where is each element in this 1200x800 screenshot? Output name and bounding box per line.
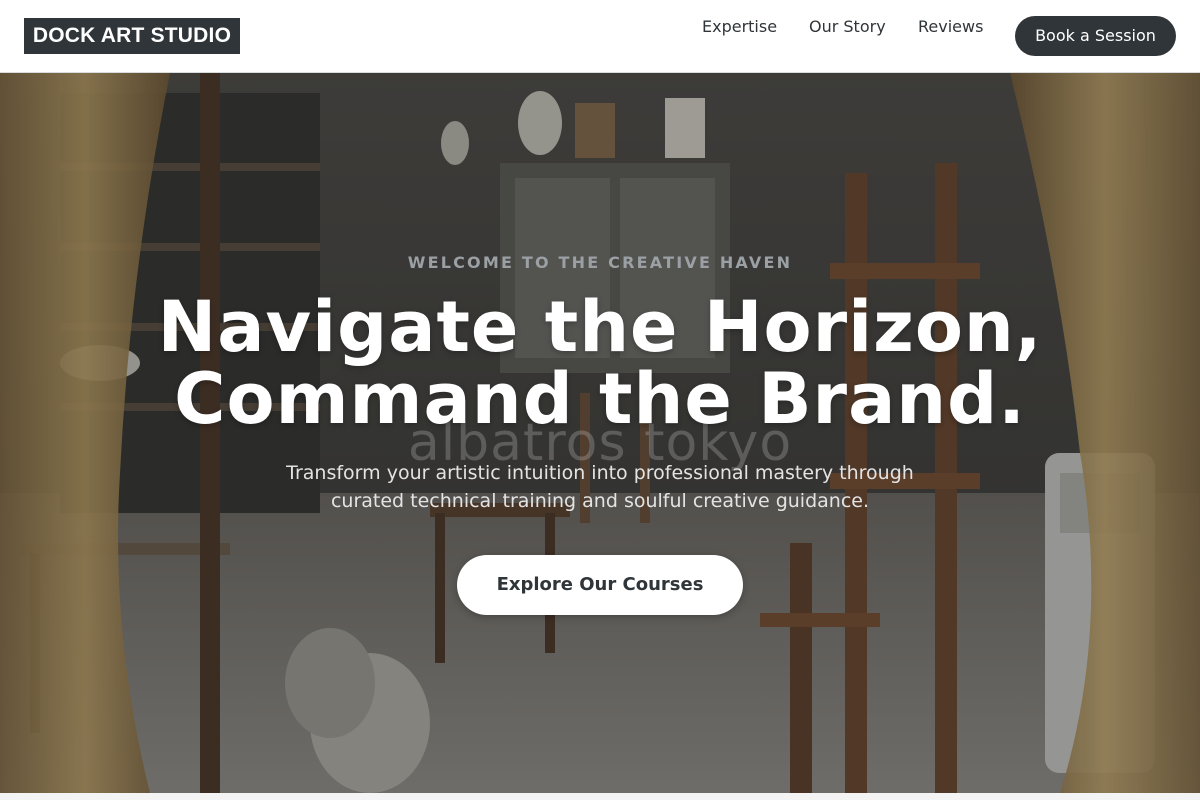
hero-section: albatros tokyo WELCOME TO THE CREATIVE H… [0, 73, 1200, 793]
hero-subtext-line2: curated technical training and soulful c… [330, 490, 870, 512]
hero-subtext-line1: Transform your artistic intuition into p… [286, 462, 914, 484]
nav-link-reviews[interactable]: Reviews [918, 17, 983, 37]
site-header: DOCK ART STUDIO Expertise Our Story Revi… [0, 0, 1200, 73]
hero-headline: Navigate the Horizon, Command the Brand. [0, 291, 1200, 435]
brand-logo[interactable]: DOCK ART STUDIO [24, 18, 240, 54]
explore-courses-button[interactable]: Explore Our Courses [457, 555, 743, 615]
nav-link-expertise[interactable]: Expertise [702, 17, 777, 37]
hero-subtext: Transform your artistic intuition into p… [0, 459, 1200, 515]
hero-headline-line2: Command the Brand. [174, 358, 1026, 440]
page-bottom-strip [0, 793, 1200, 800]
nav-link-our-story[interactable]: Our Story [809, 17, 886, 37]
book-session-button[interactable]: Book a Session [1015, 16, 1176, 56]
hero-eyebrow: WELCOME TO THE CREATIVE HAVEN [407, 253, 793, 272]
hero-headline-line1: Navigate the Horizon, [157, 286, 1043, 368]
